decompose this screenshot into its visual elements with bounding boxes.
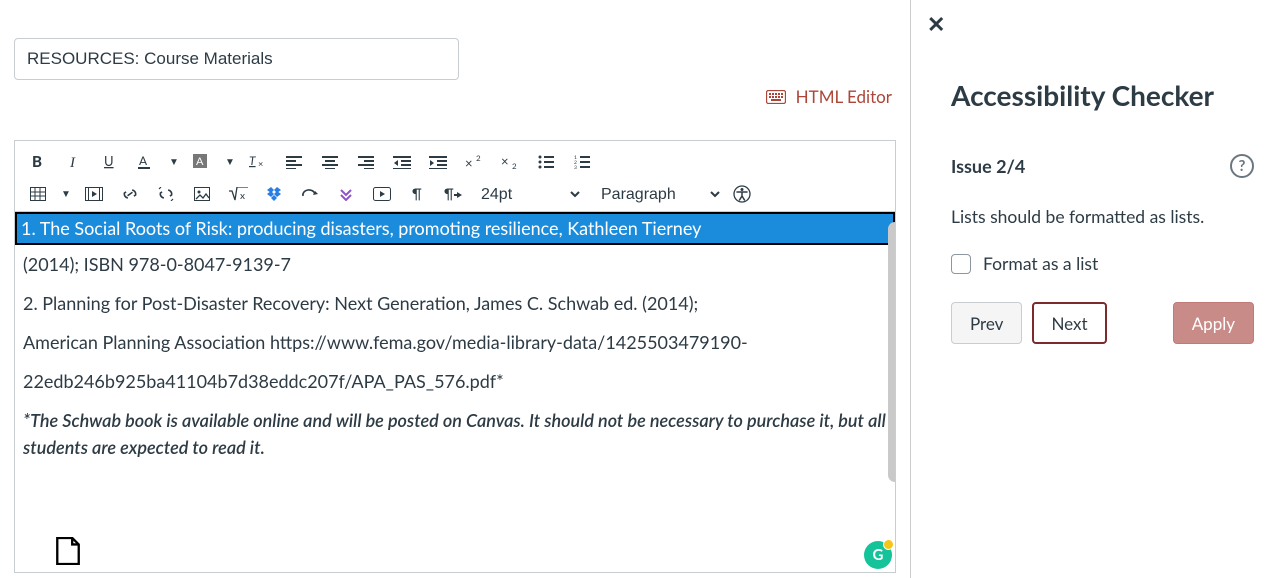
highlighted-text: 1. The Social Roots of Risk: producing d… <box>15 212 895 245</box>
svg-text:¶: ¶ <box>444 186 454 202</box>
help-icon[interactable]: ? <box>1230 154 1254 178</box>
document-icon <box>41 537 95 572</box>
svg-text:×: × <box>501 155 509 169</box>
unlink-button[interactable] <box>149 179 183 209</box>
clear-format-button[interactable]: T× <box>241 147 275 177</box>
page-title-input[interactable] <box>14 38 459 80</box>
align-left-button[interactable] <box>277 147 311 177</box>
svg-text:×: × <box>465 155 473 169</box>
html-editor-label: HTML Editor <box>796 86 892 107</box>
outdent-button[interactable] <box>385 147 419 177</box>
image-button[interactable] <box>185 179 219 209</box>
font-size-select[interactable]: 24pt <box>473 179 583 209</box>
table-button[interactable] <box>21 179 55 209</box>
checkbox-label: Format as a list <box>983 253 1098 274</box>
svg-text:1: 1 <box>574 155 577 161</box>
align-center-button[interactable] <box>313 147 347 177</box>
bg-color-dropdown[interactable]: ▼ <box>221 147 239 177</box>
text-line: (2014); ISBN 978-0-8047-9139-7 <box>15 245 895 284</box>
bold-button[interactable]: B <box>21 147 55 177</box>
table-dropdown[interactable]: ▼ <box>57 179 75 209</box>
text-line: 22edb246b925ba41104b7d38eddc207f/APA_PAS… <box>15 362 895 401</box>
svg-text:T: T <box>249 154 256 168</box>
underline-button[interactable]: U <box>93 147 127 177</box>
bg-color-button[interactable]: A <box>185 147 219 177</box>
checkbox-icon <box>951 254 971 274</box>
numbered-list-button[interactable]: 123 <box>565 147 599 177</box>
editor-panel: HTML Editor B I U A ▼ A ▼ T× ×2 ×2 123 ▼ <box>0 0 910 578</box>
link-button[interactable] <box>113 179 147 209</box>
ltr-button[interactable]: ¶ <box>401 179 435 209</box>
svg-text:A: A <box>196 155 204 168</box>
checker-title: Accessibility Checker <box>951 78 1254 112</box>
apply-button[interactable]: Apply <box>1173 302 1254 344</box>
scrollbar-thumb[interactable] <box>888 222 896 482</box>
text-line: American Planning Association https://ww… <box>15 323 895 362</box>
svg-text:2: 2 <box>512 161 517 169</box>
dropbox-button[interactable] <box>257 179 291 209</box>
italic-button[interactable]: I <box>57 147 91 177</box>
svg-text:U: U <box>104 154 114 169</box>
indent-button[interactable] <box>421 147 455 177</box>
accessibility-checker-button[interactable] <box>725 179 759 209</box>
expand-down-button[interactable] <box>329 179 363 209</box>
close-button[interactable]: ✕ <box>927 10 945 38</box>
rtl-button[interactable]: ¶ <box>437 179 471 209</box>
svg-text:2: 2 <box>476 155 481 163</box>
prev-button[interactable]: Prev <box>951 302 1022 344</box>
bullet-list-button[interactable] <box>529 147 563 177</box>
block-format-select[interactable]: Paragraph <box>593 179 723 209</box>
align-right-button[interactable] <box>349 147 383 177</box>
subscript-button[interactable]: ×2 <box>493 147 527 177</box>
video-play-button[interactable] <box>365 179 399 209</box>
next-button[interactable]: Next <box>1032 302 1106 344</box>
issue-message: Lists should be formatted as lists. <box>951 206 1254 227</box>
equation-button[interactable]: x <box>221 179 255 209</box>
media-button[interactable] <box>77 179 111 209</box>
svg-text:¶: ¶ <box>412 186 422 202</box>
accessibility-checker-panel: ✕ Accessibility Checker Issue 2/4 ? List… <box>910 0 1280 578</box>
text-line: 2. Planning for Post-Disaster Recovery: … <box>15 284 895 323</box>
editor-content[interactable]: 1. The Social Roots of Risk: producing d… <box>14 211 896 573</box>
text-color-button[interactable]: A <box>129 147 163 177</box>
svg-text:×: × <box>258 158 263 169</box>
html-editor-link[interactable]: HTML Editor <box>766 86 892 107</box>
redo-button[interactable] <box>293 179 327 209</box>
keyboard-icon <box>766 90 786 104</box>
rte-toolbar: B I U A ▼ A ▼ T× ×2 ×2 123 ▼ x <box>14 140 896 211</box>
svg-text:B: B <box>32 154 42 170</box>
svg-text:3: 3 <box>574 165 577 169</box>
svg-text:2: 2 <box>574 160 577 166</box>
format-as-list-option[interactable]: Format as a list <box>951 253 1254 274</box>
svg-text:x: x <box>240 190 245 201</box>
superscript-button[interactable]: ×2 <box>457 147 491 177</box>
text-note: *The Schwab book is available online and… <box>15 401 895 467</box>
issue-counter: Issue 2/4 <box>951 155 1025 177</box>
text-color-dropdown[interactable]: ▼ <box>165 147 183 177</box>
svg-text:A: A <box>139 154 148 168</box>
svg-text:I: I <box>69 155 76 170</box>
grammarly-icon[interactable]: G <box>864 541 892 569</box>
